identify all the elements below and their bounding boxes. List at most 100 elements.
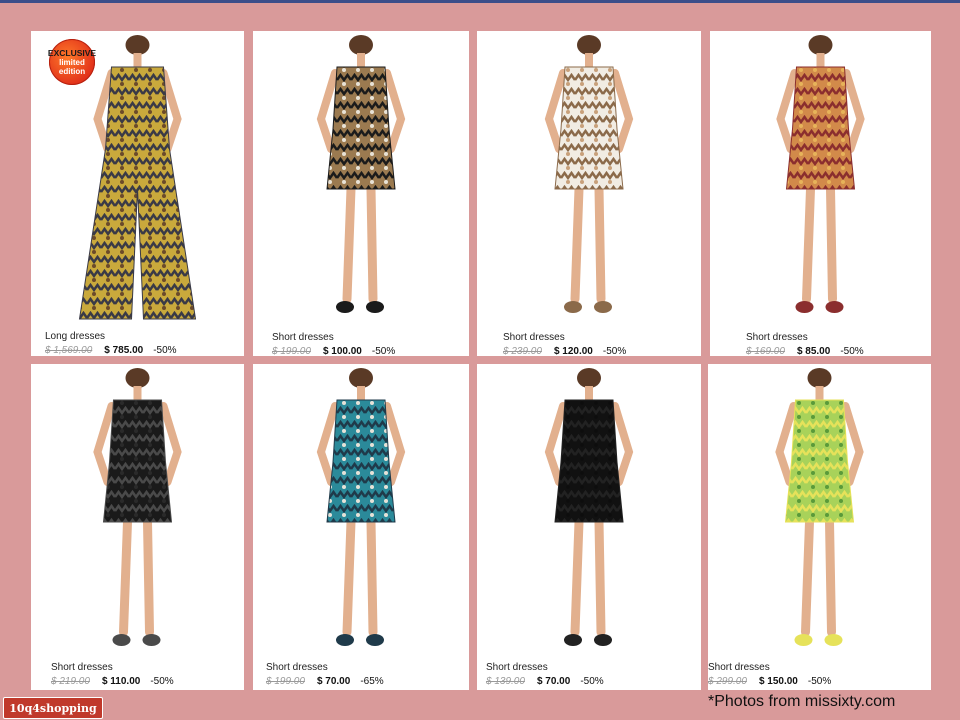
model-figure	[316, 368, 406, 646]
model-leg-left	[801, 517, 814, 637]
model-figure	[776, 35, 865, 313]
product-photo[interactable]	[710, 31, 931, 321]
product-photo[interactable]	[477, 31, 701, 321]
model-shoe-left	[112, 634, 131, 646]
product-card[interactable]: Short dresses $ 219.00 $ 110.00 -50%	[31, 364, 244, 690]
product-category[interactable]: Long dresses	[45, 331, 105, 342]
model-leg-right	[594, 517, 606, 637]
model-shoe-right	[594, 634, 612, 646]
photo-credit: *Photos from missixty.com	[708, 693, 896, 710]
price-row: $ 139.00 $ 70.00 -50%	[486, 676, 604, 687]
product-category[interactable]: Short dresses	[503, 332, 565, 343]
model-neck	[815, 386, 824, 400]
model-shoe-right	[594, 301, 612, 313]
discount: -50%	[150, 676, 174, 687]
discount: -65%	[360, 676, 384, 687]
sale-price: $ 110.00	[101, 676, 141, 687]
model-figure	[316, 35, 406, 313]
product-card[interactable]: EXCLUSIVE limited edition Long dresses $…	[31, 31, 244, 356]
model-leg-left	[342, 184, 356, 304]
model-figure	[775, 368, 864, 646]
dress-jumpsuit	[78, 66, 197, 320]
old-price: $ 239.00	[503, 346, 542, 356]
product-category[interactable]: Short dresses	[486, 662, 548, 673]
dress	[326, 399, 396, 523]
model-neck	[585, 53, 593, 67]
model-leg-left	[802, 184, 815, 304]
model-hair	[577, 368, 601, 388]
model-shoe-left	[564, 301, 582, 313]
sale-price: $ 100.00	[322, 346, 362, 356]
product-photo[interactable]	[253, 364, 469, 654]
dress	[784, 399, 855, 523]
product-category[interactable]: Short dresses	[746, 332, 808, 343]
site-logo[interactable]: 10q4shopping	[3, 697, 103, 719]
badge-line3: edition	[58, 66, 86, 76]
model-shoe-left	[795, 301, 814, 313]
price-row: $ 1,569.00 $ 785.00 -50%	[45, 345, 177, 356]
model-shoe-right	[825, 301, 844, 313]
dress	[554, 399, 624, 523]
product-category[interactable]: Short dresses	[51, 662, 113, 673]
sale-price: $ 120.00	[553, 346, 593, 356]
dress	[102, 399, 173, 523]
product-card[interactable]: Short dresses $ 299.00 $ 150.00 -50%	[708, 364, 931, 690]
product-category[interactable]: Short dresses	[272, 332, 334, 343]
model-leg-left	[570, 517, 584, 637]
model-hair	[125, 368, 150, 388]
model-figure	[93, 368, 182, 646]
model-leg-right	[366, 184, 378, 304]
model-leg-left	[119, 517, 132, 637]
dress	[785, 66, 856, 190]
model-hair	[807, 368, 832, 388]
price-row: $ 239.00 $ 120.00 -50%	[503, 346, 626, 356]
badge-line2: limited	[59, 57, 85, 67]
product-photo[interactable]	[31, 364, 244, 654]
model-leg-right	[825, 517, 836, 637]
model-shoe-right	[824, 634, 843, 646]
product-card[interactable]: Short dresses $ 199.00 $ 100.00 -50%	[253, 31, 469, 356]
model-neck	[816, 53, 825, 67]
old-price: $ 199.00	[272, 346, 311, 356]
top-border	[0, 0, 960, 3]
model-shoe-left	[336, 634, 354, 646]
product-card[interactable]: Short dresses $ 199.00 $ 70.00 -65%	[253, 364, 469, 690]
model-figure	[544, 368, 634, 646]
model-hair	[125, 35, 150, 55]
product-photo[interactable]	[708, 364, 931, 654]
price-row: $ 199.00 $ 70.00 -65%	[266, 676, 384, 687]
product-category[interactable]: Short dresses	[708, 662, 770, 673]
product-card[interactable]: Short dresses $ 239.00 $ 120.00 -50%	[477, 31, 701, 356]
discount: -50%	[153, 345, 177, 356]
badge-line1: EXCLUSIVE	[47, 47, 97, 58]
model-hair	[349, 368, 373, 388]
model-neck	[133, 386, 142, 400]
model-hair	[349, 35, 373, 55]
model-neck	[133, 53, 142, 67]
old-price: $ 299.00	[708, 676, 747, 687]
old-price: $ 1,569.00	[45, 345, 93, 356]
model-neck	[357, 386, 365, 400]
product-card[interactable]: Short dresses $ 169.00 $ 85.00 -50%	[710, 31, 931, 356]
sale-price: $ 150.00	[758, 676, 798, 687]
product-photo[interactable]	[253, 31, 469, 321]
model-leg-left	[342, 517, 356, 637]
sale-price: $ 70.00	[316, 676, 351, 687]
product-card[interactable]: Short dresses $ 139.00 $ 70.00 -50%	[477, 364, 701, 690]
model-shoe-right	[366, 301, 384, 313]
model-leg-right	[143, 517, 154, 637]
model-leg-left	[570, 184, 584, 304]
discount: -50%	[371, 346, 396, 356]
discount: -50%	[580, 676, 604, 687]
model-shoe-left	[794, 634, 813, 646]
product-photo[interactable]	[477, 364, 701, 654]
model-shoe-right	[142, 634, 161, 646]
product-category[interactable]: Short dresses	[266, 662, 328, 673]
model-figure	[544, 35, 634, 313]
model-shoe-right	[366, 634, 384, 646]
price-row: $ 169.00 $ 85.00 -50%	[746, 346, 864, 356]
model-hair	[577, 35, 601, 55]
model-neck	[357, 53, 365, 67]
price-row: $ 219.00 $ 110.00 -50%	[51, 676, 174, 687]
model-leg-right	[594, 184, 606, 304]
